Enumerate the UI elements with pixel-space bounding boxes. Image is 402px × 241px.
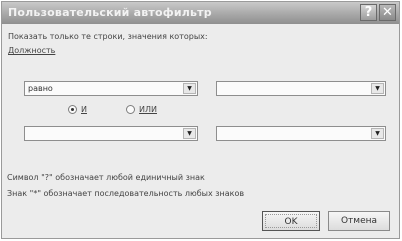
value-1-combo[interactable]: ▼ (216, 81, 386, 96)
operator-2-select[interactable]: ▼ (24, 126, 198, 141)
help-icon: ? (364, 5, 373, 20)
help-button[interactable]: ? (360, 4, 377, 21)
chevron-down-icon[interactable]: ▼ (183, 83, 196, 94)
chevron-down-icon[interactable]: ▼ (371, 128, 384, 139)
value-2-combo[interactable]: ▼ (216, 126, 386, 141)
or-radio-label[interactable]: ИЛИ (139, 105, 157, 114)
and-radio[interactable] (68, 105, 77, 114)
title-bar: Пользовательский автофильтр ? ✕ (2, 2, 399, 24)
or-radio[interactable] (126, 105, 135, 114)
ok-button[interactable]: OK (262, 211, 320, 231)
close-button[interactable]: ✕ (379, 4, 396, 21)
and-radio-label[interactable]: И (81, 105, 87, 114)
ok-button-label: OK (265, 214, 317, 228)
operator-1-select[interactable]: равно ▼ (24, 81, 198, 96)
hint-asterisk: Знак "*" обозначает последовательность л… (7, 189, 245, 198)
operator-1-value: равно (28, 84, 53, 93)
cancel-button[interactable]: Отмена (328, 211, 390, 231)
chevron-down-icon[interactable]: ▼ (183, 128, 196, 139)
field-label: Должность (8, 46, 56, 55)
chevron-down-icon[interactable]: ▼ (371, 83, 384, 94)
custom-autofilter-dialog: Пользовательский автофильтр ? ✕ Показать… (1, 1, 400, 239)
close-icon: ✕ (382, 5, 393, 20)
hint-question-mark: Символ "?" обозначает любой единичный зн… (7, 173, 205, 182)
instruction-text: Показать только те строки, значения кото… (8, 32, 208, 41)
dialog-title: Пользовательский автофильтр (8, 6, 212, 19)
